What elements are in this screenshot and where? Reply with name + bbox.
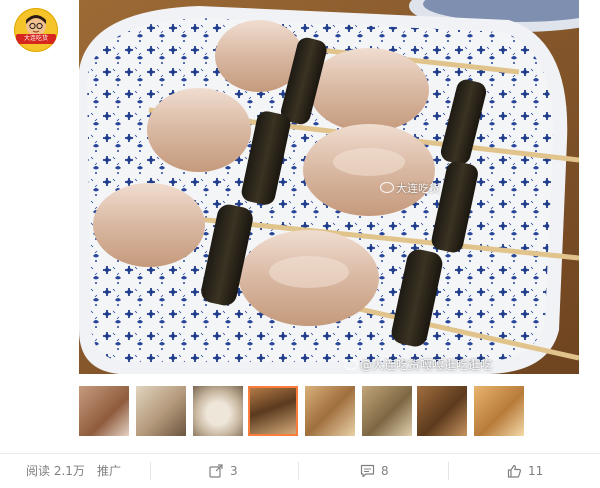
yakitori-photo [79, 0, 579, 374]
thumbnail-2[interactable] [136, 386, 186, 436]
weibo-eye-icon [380, 182, 394, 193]
like-button[interactable]: 11 [507, 463, 543, 479]
avatar-face-icon [26, 15, 46, 36]
read-count-text: 阅读 2.1万 [26, 464, 85, 478]
thumbnail-4-active[interactable] [248, 386, 298, 436]
forward-icon [209, 464, 224, 478]
forward-count: 3 [230, 464, 238, 478]
thumbnail-8[interactable] [474, 386, 524, 436]
thumbnail-strip [79, 386, 579, 440]
thumbnail-1[interactable] [79, 386, 129, 436]
like-count: 11 [528, 464, 544, 478]
weibo-eye-icon [344, 359, 358, 370]
comment-icon [360, 464, 375, 478]
post-footer: 阅读 2.1万 推广 3 8 11 [0, 454, 600, 488]
footer-separator [448, 462, 449, 480]
footer-separator [298, 462, 299, 480]
photo-watermark: 大连吃货 [380, 180, 440, 196]
promote-label: 推广 [97, 464, 122, 478]
main-photo[interactable]: 大连吃货 @大连吃货嘎嘎逛吃逛吃 [79, 0, 579, 374]
thumbs-up-icon [507, 464, 522, 478]
thumbnail-6[interactable] [362, 386, 412, 436]
comment-count: 8 [381, 464, 389, 478]
promote-link[interactable]: 推广 [97, 463, 121, 479]
thumbnail-3[interactable] [193, 386, 243, 436]
avatar-banner-text: 大连吃货 [16, 34, 56, 44]
footer-separator [150, 462, 151, 480]
forward-button[interactable]: 3 [209, 463, 238, 479]
read-count: 阅读 2.1万 [26, 463, 85, 479]
thumbnail-7[interactable] [417, 386, 467, 436]
photo-watermark-bottom: @大连吃货嘎嘎逛吃逛吃 [344, 356, 492, 373]
author-avatar[interactable]: 大连吃货 [14, 8, 58, 52]
comment-button[interactable]: 8 [360, 463, 389, 479]
thumbnail-5[interactable] [305, 386, 355, 436]
